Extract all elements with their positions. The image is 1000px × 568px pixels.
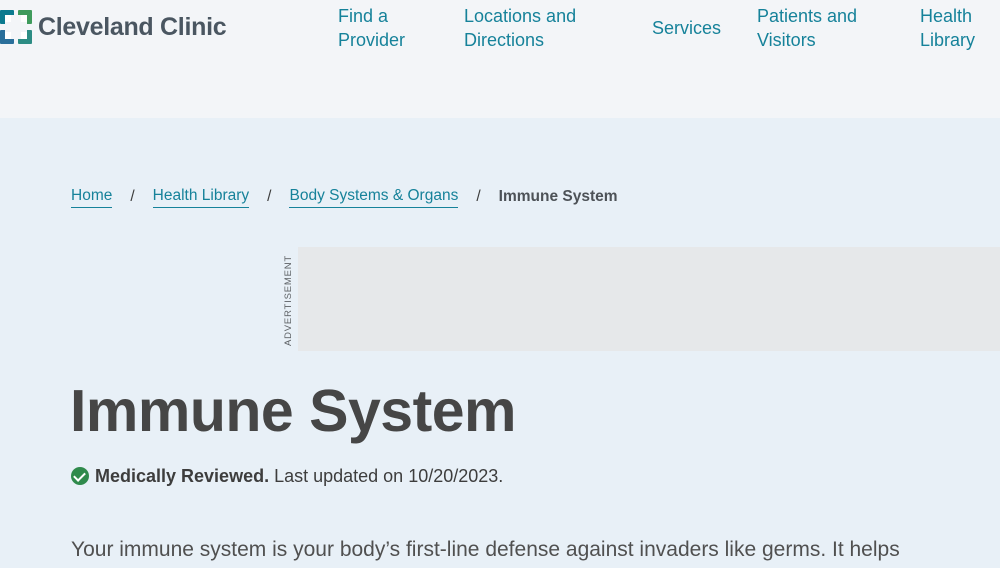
breadcrumb-health-library[interactable]: Health Library <box>152 186 250 208</box>
brand-logo[interactable]: Cleveland Clinic <box>0 9 227 45</box>
nav-patients-and-visitors[interactable]: Patients and Visitors <box>757 4 857 52</box>
breadcrumb-separator: / <box>130 188 135 205</box>
site-header: Cleveland Clinic Find a Provider Locatio… <box>0 0 1000 118</box>
breadcrumb-home[interactable]: Home <box>71 186 113 208</box>
page-title: Immune System <box>70 378 517 444</box>
last-updated-text: Last updated on 10/20/2023. <box>274 466 504 486</box>
review-status: Medically Reviewed. Last updated on 10/2… <box>71 464 503 488</box>
brand-name: Cleveland Clinic <box>38 12 227 41</box>
breadcrumb-separator: / <box>267 188 272 205</box>
advertisement-slot[interactable] <box>298 247 1000 351</box>
breadcrumb-body-systems-organs[interactable]: Body Systems & Organs <box>289 186 459 208</box>
advertisement-label: ADVERTISEMENT <box>282 254 294 346</box>
breadcrumb-separator: / <box>476 188 481 205</box>
nav-services[interactable]: Services <box>652 16 721 40</box>
breadcrumb: Home / Health Library / Body Systems & O… <box>71 186 618 208</box>
nav-health-library[interactable]: Health Library <box>920 4 975 52</box>
nav-find-a-provider[interactable]: Find a Provider <box>338 4 405 52</box>
breadcrumb-current: Immune System <box>498 188 618 205</box>
check-circle-icon <box>71 467 89 485</box>
nav-locations-and-directions[interactable]: Locations and Directions <box>464 4 576 52</box>
medically-reviewed-label: Medically Reviewed. <box>95 466 270 486</box>
article-intro: Your immune system is your body’s first-… <box>71 538 900 561</box>
cleveland-clinic-cross-icon <box>0 10 32 44</box>
